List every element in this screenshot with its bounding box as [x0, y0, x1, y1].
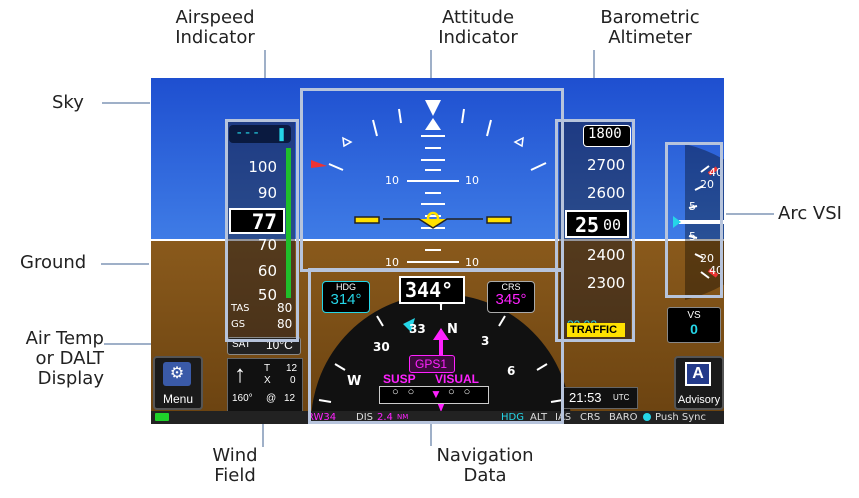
callout-airspeed-line1: Airspeed: [175, 7, 255, 28]
battery-icon: [155, 413, 169, 421]
wind-x-label: X: [264, 375, 271, 386]
wind-direction: 160°: [232, 393, 253, 404]
callout-airspeed-line2: Indicator: [175, 27, 255, 48]
clock: 21:53 UTC: [562, 387, 638, 409]
attitude-frame: [300, 88, 564, 272]
clock-time: 21:53: [569, 390, 602, 405]
advisory-label: Advisory: [677, 394, 721, 406]
callout-arc-vsi: Arc VSI: [778, 203, 842, 224]
callout-wind: Wind Field: [200, 446, 270, 486]
crs-sync-tab[interactable]: CRS: [580, 411, 600, 424]
callout-air-temp-line1: Air Temp: [25, 328, 104, 349]
callout-baro-line1: Barometric: [600, 7, 700, 28]
nav-frame: [308, 268, 564, 424]
callout-wind-line1: Wind: [212, 445, 258, 466]
advisory-button[interactable]: A Advisory: [674, 356, 724, 410]
altimeter-frame: [555, 119, 635, 342]
callout-airspeed: Airspeed Indicator: [160, 8, 270, 48]
callout-ground: Ground: [20, 252, 87, 273]
wind-field: ↑ T 12 X 0 160° @ 12: [227, 358, 303, 412]
callout-nav: Navigation Data: [420, 446, 550, 486]
leader-nav: [430, 424, 432, 446]
menu-button[interactable]: ⚙ Menu: [153, 356, 203, 410]
callout-baro: Barometric Altimeter: [590, 8, 710, 48]
push-sync-knob-icon: [643, 413, 651, 421]
airspeed-frame: [225, 119, 299, 342]
pfd-screen: --- ❚ 100 90 70 60 50 77 TAS 80 GS 80 10…: [151, 78, 724, 424]
callout-air-temp: Air Temp or DALT Display: [0, 329, 104, 389]
menu-icon: ⚙: [163, 362, 191, 386]
wind-t-label: T: [264, 363, 271, 374]
leader-sky: [102, 102, 150, 104]
wind-arrow-icon: ↑: [234, 361, 246, 388]
callout-attitude: Attitude Indicator: [418, 8, 538, 48]
callout-attitude-line1: Attitude: [441, 7, 515, 28]
callout-air-temp-line2: or DALT: [35, 348, 104, 369]
menu-label: Menu: [162, 392, 194, 406]
leader-air-temp: [104, 343, 154, 345]
callout-air-temp-line3: Display: [37, 368, 104, 389]
clock-tz: UTC: [613, 393, 630, 402]
leader-ground: [101, 263, 149, 265]
vsi-frame: [665, 142, 723, 298]
wind-at: @: [266, 393, 277, 404]
wind-speed: 12: [284, 393, 296, 404]
wind-x-value: 0: [290, 375, 296, 386]
vs-label: VS: [687, 310, 701, 321]
callout-sky: Sky: [52, 92, 84, 113]
push-sync-label: Push Sync: [655, 412, 707, 423]
vs-readout: VS 0: [667, 307, 721, 343]
wind-t-value: 12: [286, 363, 298, 374]
advisory-icon: A: [685, 362, 711, 386]
callout-attitude-line2: Indicator: [438, 27, 518, 48]
leader-arc-vsi: [726, 213, 774, 215]
callout-nav-line1: Navigation: [436, 445, 534, 466]
callout-baro-line2: Altimeter: [608, 27, 692, 48]
callout-wind-line2: Field: [214, 465, 256, 486]
baro-sync-tab[interactable]: BARO: [609, 411, 638, 424]
callout-nav-line2: Data: [463, 465, 507, 486]
vs-value: 0: [690, 321, 698, 337]
